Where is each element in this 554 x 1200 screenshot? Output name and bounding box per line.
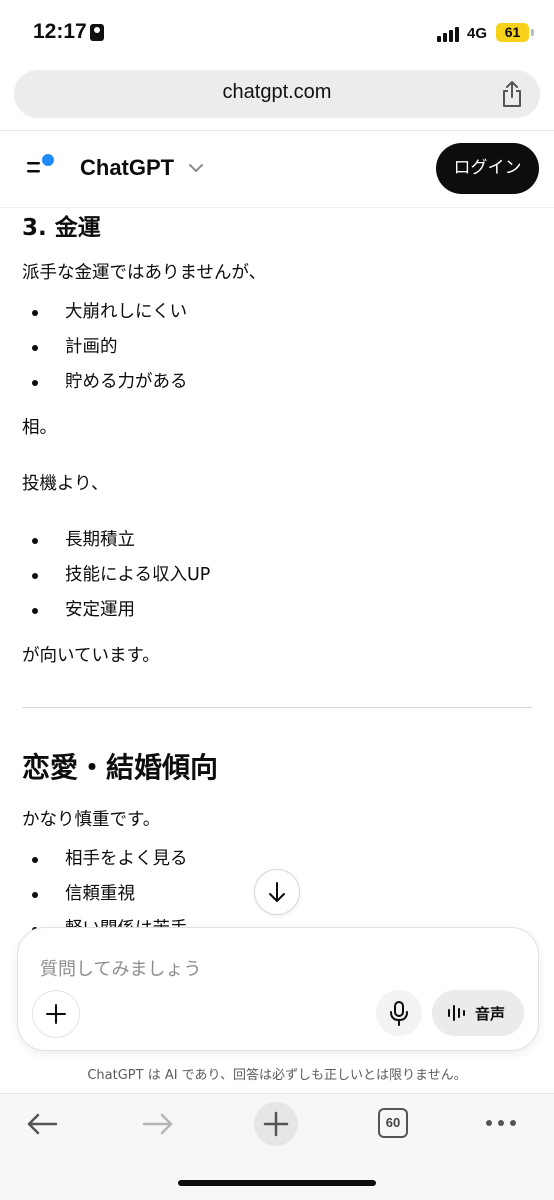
paragraph: 投機より、 xyxy=(22,474,109,494)
id-card-icon xyxy=(90,24,104,41)
section-heading-money: 3. 金運 xyxy=(22,215,101,241)
scroll-to-bottom-button[interactable] xyxy=(254,869,300,915)
bullet xyxy=(32,345,38,351)
forward-arrow-icon[interactable] xyxy=(140,1106,176,1142)
back-arrow-icon[interactable] xyxy=(24,1106,60,1142)
app-header: ChatGPT ログイン xyxy=(0,131,554,208)
tab-count-button[interactable]: 60 xyxy=(378,1108,408,1138)
message-composer[interactable]: 質問してみましょう 音声 xyxy=(17,927,539,1051)
waveform-icon xyxy=(448,1005,465,1021)
disclaimer-text: ChatGPT は AI であり、回答は必ずしも正しいとは限りません。 xyxy=(87,1068,467,1083)
address-bar[interactable]: chatgpt.com xyxy=(14,70,540,118)
dictate-button[interactable] xyxy=(376,990,422,1036)
paragraph: かなり慎重です。 xyxy=(22,810,161,830)
microphone-icon xyxy=(390,1001,408,1026)
section-divider xyxy=(22,707,532,708)
paragraph: 派手な金運ではありませんが、 xyxy=(22,263,267,283)
sidebar-menu-icon[interactable] xyxy=(25,153,59,183)
list-item: 大崩れしにくい xyxy=(65,302,188,322)
list-item: 安定運用 xyxy=(65,600,135,620)
share-icon[interactable] xyxy=(500,80,524,108)
battery-icon: 61 xyxy=(496,23,534,42)
list-item: 貯める力がある xyxy=(65,372,188,392)
status-bar: 12:17 4G 61 xyxy=(0,0,554,62)
message-input[interactable]: 質問してみましょう xyxy=(40,955,201,981)
list-item: 計画的 xyxy=(65,337,118,357)
attach-button[interactable] xyxy=(32,990,80,1038)
paragraph: が向いています。 xyxy=(22,646,160,666)
status-time: 12:17 xyxy=(33,20,87,43)
bullet xyxy=(32,573,38,579)
arrow-down-icon xyxy=(269,882,285,902)
bullet xyxy=(32,857,38,863)
list-item: 技能による収入UP xyxy=(65,565,211,585)
bullet xyxy=(32,538,38,544)
login-button[interactable]: ログイン xyxy=(436,143,539,194)
model-selector-label[interactable]: ChatGPT xyxy=(80,155,174,181)
network-type: 4G xyxy=(467,25,488,42)
list-item: 長期積立 xyxy=(65,530,135,550)
list-item: 相手をよく見る xyxy=(65,849,188,869)
paragraph: 相。 xyxy=(22,418,57,438)
list-item: 信頼重視 xyxy=(65,884,135,904)
plus-icon xyxy=(46,1004,66,1024)
section-heading-love: 恋愛・結婚傾向 xyxy=(22,751,219,784)
signal-icon xyxy=(437,26,463,42)
voice-mode-button[interactable]: 音声 xyxy=(432,990,524,1036)
bullet xyxy=(32,310,38,316)
bullet xyxy=(32,380,38,386)
home-indicator xyxy=(178,1180,376,1186)
new-tab-button[interactable] xyxy=(253,1101,299,1147)
more-options-icon[interactable] xyxy=(484,1116,518,1130)
voice-mode-label: 音声 xyxy=(475,1005,506,1023)
url-text[interactable]: chatgpt.com xyxy=(14,81,540,104)
bullet xyxy=(32,892,38,898)
bullet xyxy=(32,608,38,614)
chevron-down-icon[interactable] xyxy=(188,161,204,175)
